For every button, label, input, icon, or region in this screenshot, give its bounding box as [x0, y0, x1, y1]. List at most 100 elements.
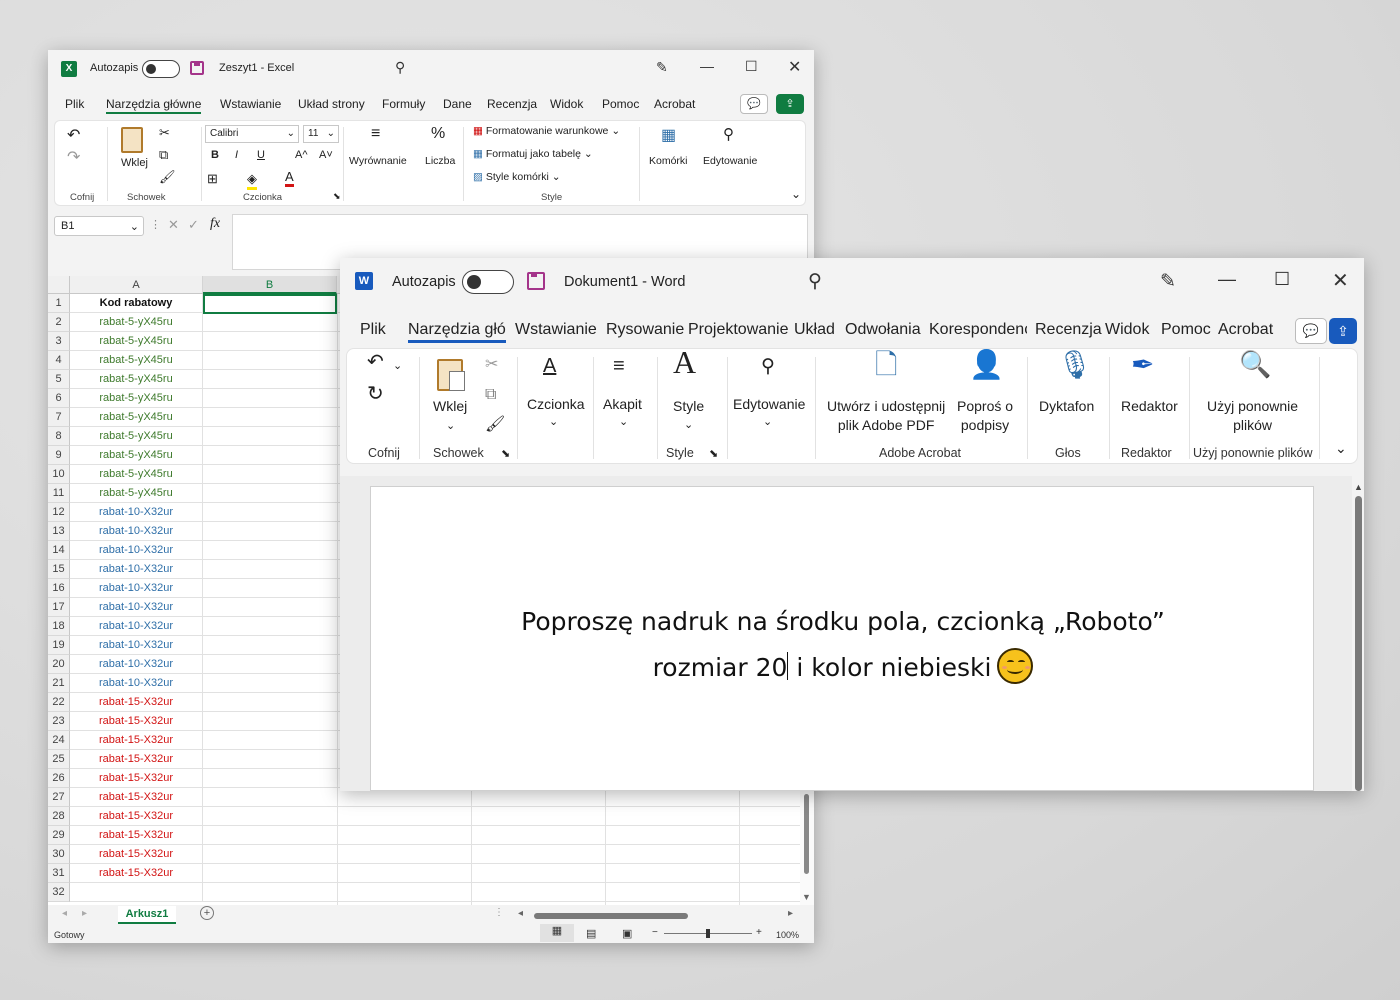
- excel-row-header[interactable]: 19: [48, 636, 70, 655]
- excel-cut-icon[interactable]: ✂: [159, 125, 170, 141]
- excel-font-size-select[interactable]: 11 ⌄: [303, 125, 339, 143]
- word-page[interactable]: Poproszę nadruk na środku pola, czcionką…: [370, 486, 1314, 791]
- excel-cell-a[interactable]: rabat-5-yX45ru: [70, 351, 203, 370]
- word-undo-icon[interactable]: ↶: [367, 352, 384, 372]
- excel-cell-a[interactable]: rabat-15-X32ur: [70, 807, 203, 826]
- word-save-icon[interactable]: [527, 272, 545, 290]
- excel-font-color-icon[interactable]: A: [285, 169, 294, 187]
- excel-horizontal-scrollbar[interactable]: [534, 913, 688, 919]
- excel-tab-home[interactable]: Narzędzia główne: [106, 97, 202, 114]
- excel-page-break-view-icon[interactable]: ▣: [622, 927, 632, 940]
- word-comments-icon[interactable]: 💬: [1295, 318, 1327, 344]
- excel-row-header[interactable]: 21: [48, 674, 70, 693]
- excel-row-header[interactable]: 7: [48, 408, 70, 427]
- excel-tab-help[interactable]: Pomoc: [602, 97, 639, 111]
- excel-column-header-b[interactable]: B: [203, 276, 337, 294]
- excel-row-header[interactable]: 14: [48, 541, 70, 560]
- excel-cell-a[interactable]: rabat-5-yX45ru: [70, 446, 203, 465]
- excel-row-header[interactable]: 13: [48, 522, 70, 541]
- excel-row-header[interactable]: 20: [48, 655, 70, 674]
- excel-row-header[interactable]: 31: [48, 864, 70, 883]
- word-dictate-button[interactable]: Dyktafon: [1039, 397, 1094, 416]
- excel-row-header[interactable]: 2: [48, 313, 70, 332]
- excel-cancel-icon[interactable]: ✕: [168, 217, 179, 233]
- excel-row-header[interactable]: 5: [48, 370, 70, 389]
- excel-row-header[interactable]: 9: [48, 446, 70, 465]
- excel-shrink-font-button[interactable]: A˅: [319, 149, 333, 161]
- word-tab-insert[interactable]: Wstawianie: [515, 321, 597, 339]
- excel-cell-a[interactable]: rabat-5-yX45ru: [70, 427, 203, 446]
- excel-editing-button[interactable]: Edytowanie: [703, 155, 757, 167]
- excel-underline-button[interactable]: U: [257, 149, 265, 161]
- excel-scroll-right-icon[interactable]: ▸: [788, 908, 793, 919]
- excel-row-header[interactable]: 1: [48, 294, 70, 313]
- excel-column-header-a[interactable]: A: [70, 276, 203, 294]
- excel-row-header[interactable]: 25: [48, 750, 70, 769]
- word-reuse-files-button[interactable]: Użyj ponownie plików: [1207, 397, 1298, 435]
- word-format-painter-icon[interactable]: 🖌: [485, 415, 505, 434]
- excel-cell-styles-button[interactable]: ▨ Style komórki ⌄: [473, 171, 561, 183]
- word-styles-dialog-launcher-icon[interactable]: ⬊: [709, 445, 718, 464]
- word-designer-icon[interactable]: ✎: [1160, 270, 1176, 293]
- excel-row-header[interactable]: 12: [48, 503, 70, 522]
- excel-cell-a[interactable]: rabat-15-X32ur: [70, 750, 203, 769]
- excel-cell-a[interactable]: Kod rabatowy: [70, 294, 203, 313]
- excel-tab-view[interactable]: Widok: [550, 97, 583, 111]
- excel-cell-a[interactable]: rabat-15-X32ur: [70, 769, 203, 788]
- excel-paste-icon[interactable]: [121, 127, 143, 153]
- word-editing-dropdown-icon[interactable]: ⌄: [763, 413, 772, 432]
- excel-row-header[interactable]: 24: [48, 731, 70, 750]
- excel-close-button[interactable]: ✕: [788, 57, 801, 77]
- excel-row-header[interactable]: 23: [48, 712, 70, 731]
- excel-bold-button[interactable]: B: [211, 149, 219, 161]
- word-redo-icon[interactable]: ↻: [367, 384, 384, 404]
- word-paste-dropdown-icon[interactable]: ⌄: [446, 417, 455, 436]
- word-editor-button[interactable]: Redaktor: [1121, 397, 1178, 416]
- word-paste-icon[interactable]: [437, 359, 465, 391]
- word-paragraph-dropdown-icon[interactable]: ⌄: [619, 413, 628, 432]
- word-share-icon[interactable]: ⇪: [1329, 318, 1357, 344]
- word-tab-help[interactable]: Pomoc: [1161, 321, 1211, 339]
- excel-prev-sheet-icon[interactable]: ◂: [62, 908, 67, 919]
- word-tab-review[interactable]: Recenzja: [1035, 321, 1102, 339]
- word-undo-dropdown-icon[interactable]: ⌄: [393, 357, 402, 376]
- excel-tab-page-layout[interactable]: Układ strony: [298, 97, 365, 111]
- word-tab-layout[interactable]: Układ: [794, 321, 835, 339]
- excel-conditional-formatting-button[interactable]: ▦ Formatowanie warunkowe ⌄: [473, 125, 620, 137]
- excel-cell-a[interactable]: rabat-5-yX45ru: [70, 332, 203, 351]
- excel-row-header[interactable]: 6: [48, 389, 70, 408]
- excel-cell-a[interactable]: rabat-10-X32ur: [70, 579, 203, 598]
- excel-cell-a[interactable]: rabat-5-yX45ru: [70, 484, 203, 503]
- excel-font-dialog-launcher-icon[interactable]: ⬊: [333, 191, 341, 202]
- excel-alignment-button[interactable]: Wyrównanie: [349, 155, 407, 167]
- excel-format-as-table-button[interactable]: ▦ Formatuj jako tabelę ⌄: [473, 148, 593, 160]
- excel-tab-formulas[interactable]: Formuły: [382, 97, 425, 111]
- excel-paste-button[interactable]: Wklej: [121, 157, 148, 169]
- word-paste-button[interactable]: Wklej: [433, 397, 467, 416]
- excel-row-header[interactable]: 27: [48, 788, 70, 807]
- excel-cells-button[interactable]: Komórki: [649, 155, 688, 167]
- excel-row-header[interactable]: 29: [48, 826, 70, 845]
- excel-next-sheet-icon[interactable]: ▸: [82, 908, 87, 919]
- excel-cell-a[interactable]: rabat-5-yX45ru: [70, 313, 203, 332]
- excel-row-header[interactable]: 10: [48, 465, 70, 484]
- word-style-dropdown-icon[interactable]: ⌄: [684, 416, 693, 435]
- excel-cell-a[interactable]: rabat-10-X32ur: [70, 503, 203, 522]
- excel-row-header[interactable]: 16: [48, 579, 70, 598]
- excel-selected-cell-b1[interactable]: [203, 294, 337, 314]
- word-style-button[interactable]: Style: [673, 397, 704, 416]
- excel-cell-a[interactable]: rabat-10-X32ur: [70, 541, 203, 560]
- word-close-button[interactable]: ✕: [1332, 268, 1349, 293]
- excel-redo-icon[interactable]: ↷: [67, 147, 80, 167]
- excel-cell-a[interactable]: rabat-10-X32ur: [70, 560, 203, 579]
- excel-page-layout-view-icon[interactable]: ▤: [586, 927, 596, 940]
- word-clipboard-dialog-launcher-icon[interactable]: ⬊: [501, 445, 510, 464]
- word-copy-icon[interactable]: ⧉: [485, 385, 496, 404]
- word-cut-icon[interactable]: ✂: [485, 355, 498, 374]
- excel-row-header[interactable]: 4: [48, 351, 70, 370]
- excel-zoom-slider[interactable]: [664, 929, 752, 938]
- excel-fill-color-icon[interactable]: ◈: [247, 171, 257, 190]
- excel-row-header[interactable]: 11: [48, 484, 70, 503]
- excel-row-header[interactable]: 18: [48, 617, 70, 636]
- word-font-button[interactable]: Czcionka: [527, 395, 585, 414]
